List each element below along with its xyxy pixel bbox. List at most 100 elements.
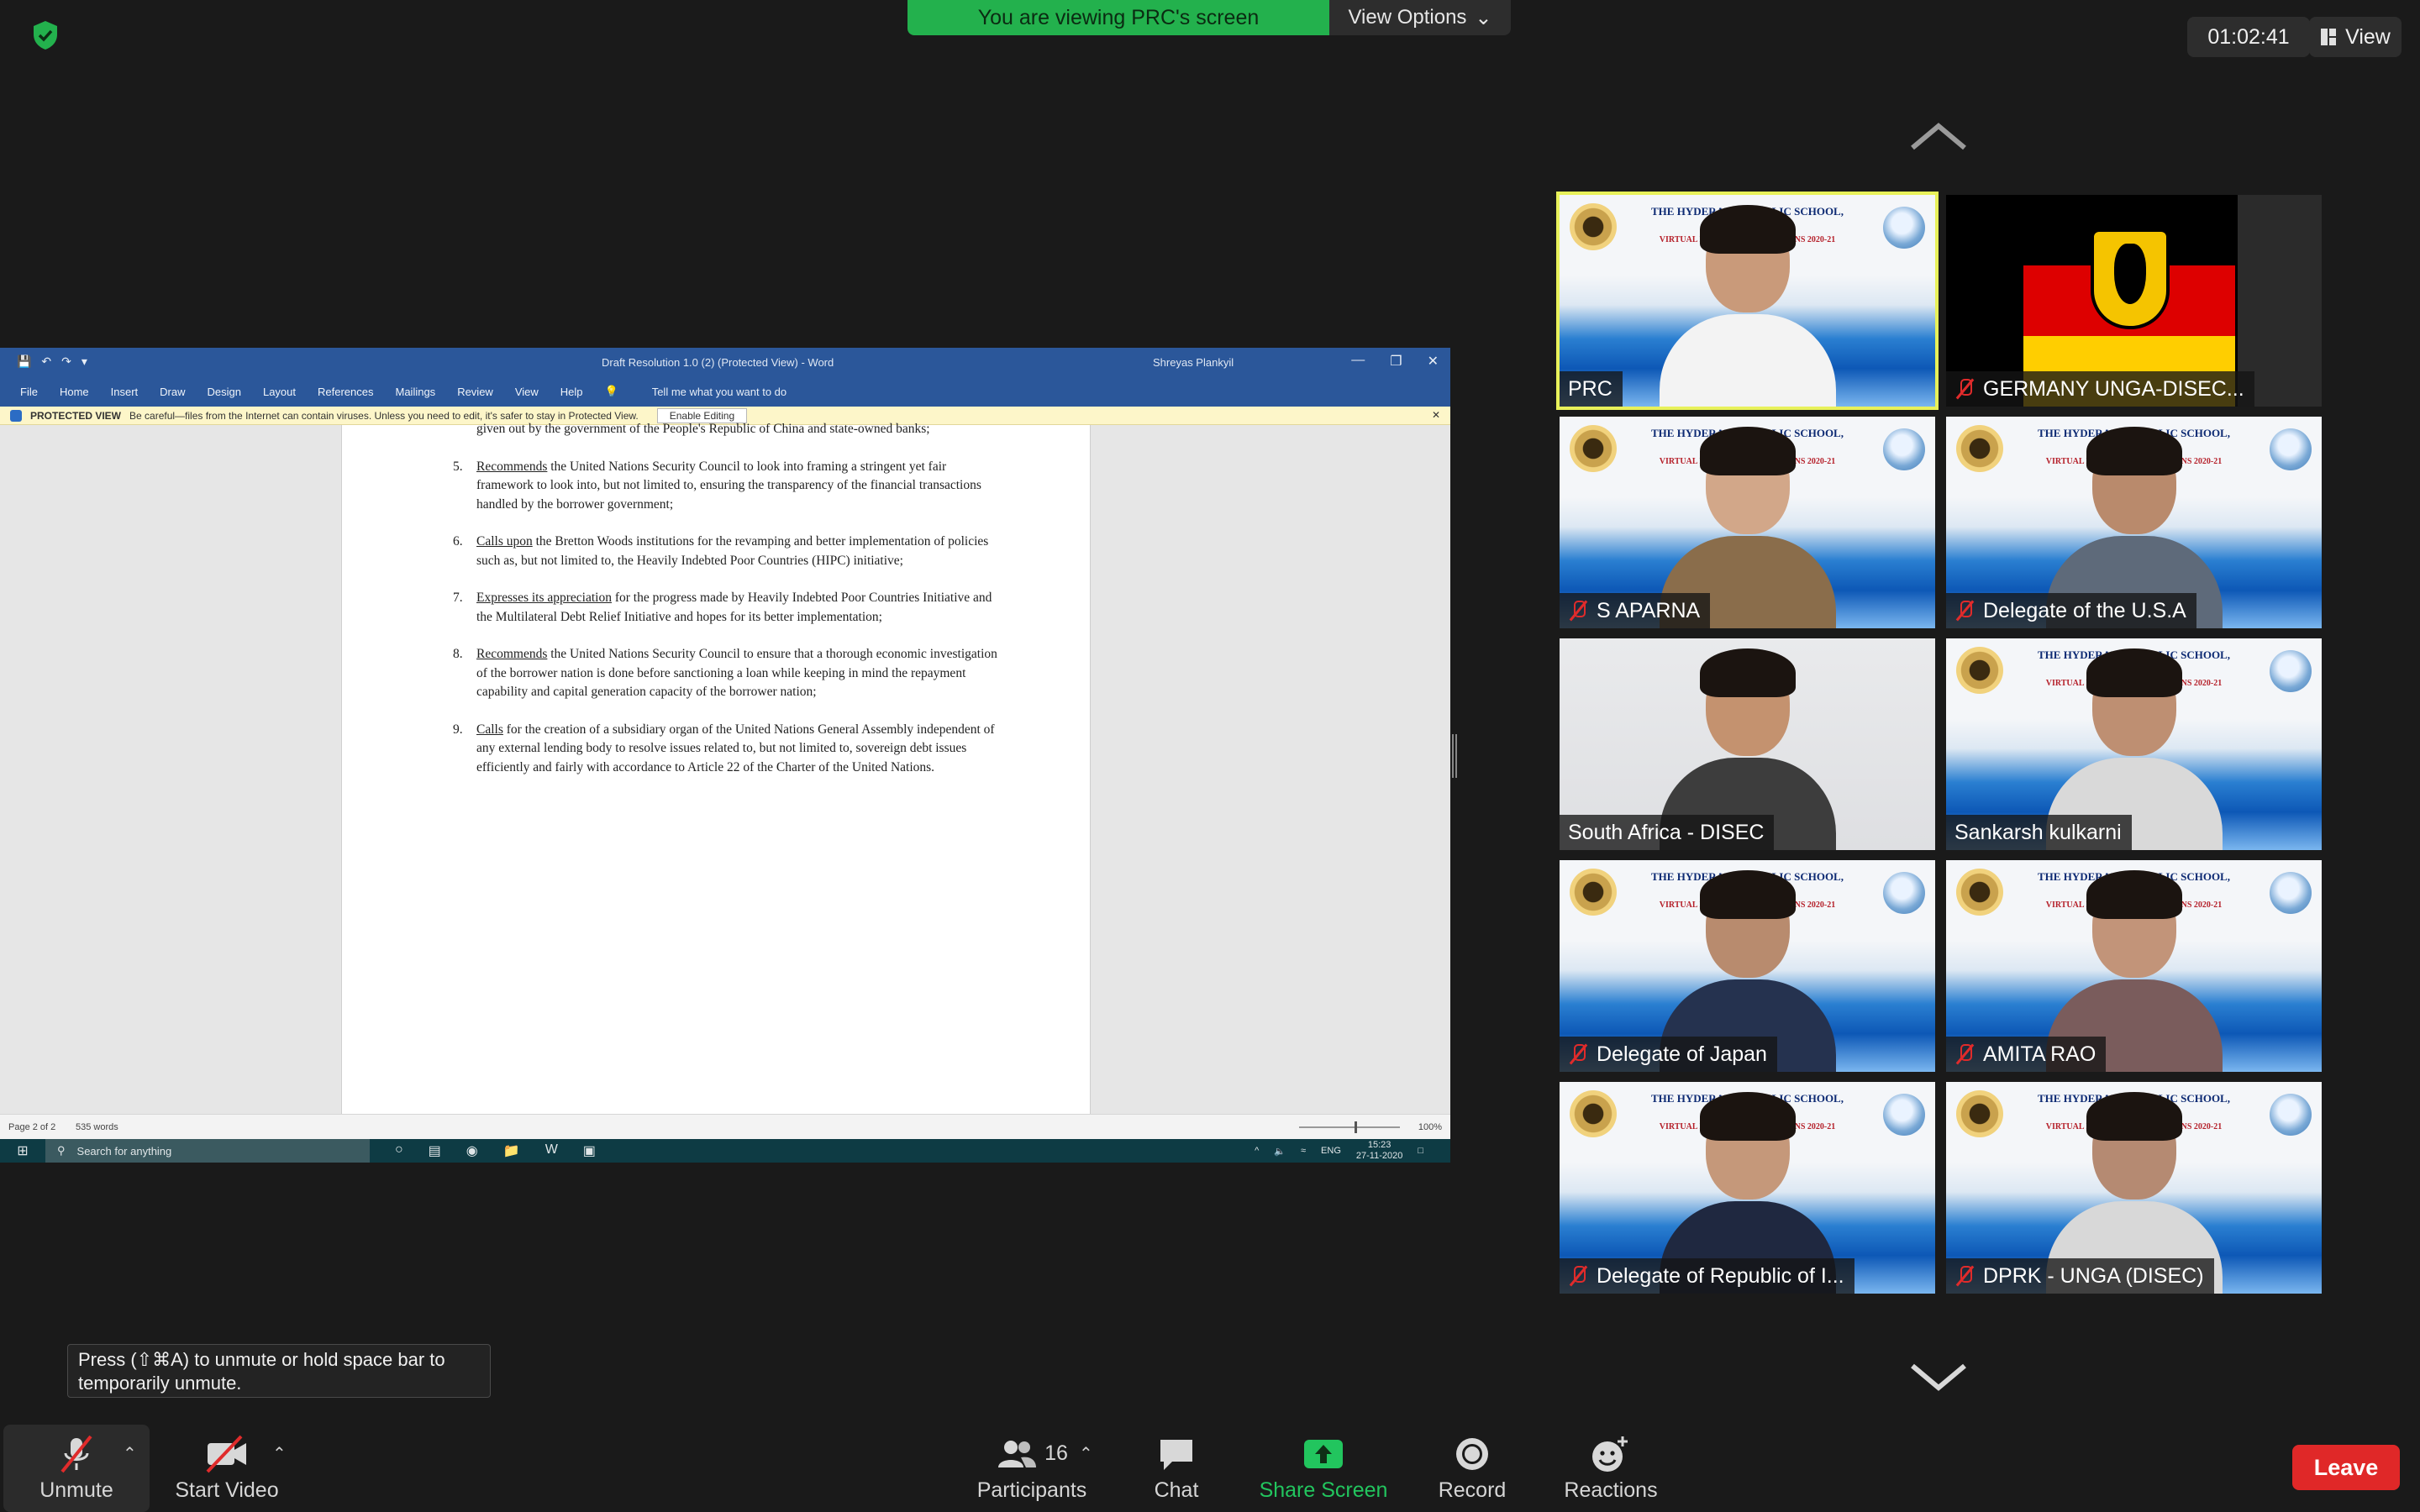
- participant-name: AMITA RAO: [1983, 1042, 2096, 1066]
- timer-text: 01:02:41: [2207, 24, 2290, 49]
- globe-icon: [2270, 428, 2312, 470]
- windows-start-icon[interactable]: ⊞: [0, 1139, 45, 1163]
- video-options-caret-icon[interactable]: ⌃: [272, 1443, 287, 1464]
- resolution-clause: 6. Calls upon the Bretton Woods instituti…: [453, 533, 1002, 570]
- zoom-app-icon[interactable]: ▣: [583, 1142, 596, 1159]
- participant-name: Sankarsh kulkarni: [1954, 820, 2122, 844]
- participants-label: Participants: [976, 1478, 1087, 1502]
- page-indicator[interactable]: Page 2 of 2: [8, 1122, 55, 1132]
- clause-text: the United Nations Security Council to l…: [476, 459, 981, 512]
- ribbon-tab-mailings[interactable]: Mailings: [396, 386, 436, 398]
- participant-name: Delegate of the U.S.A: [1983, 598, 2186, 622]
- volume-icon[interactable]: 🔈: [1274, 1146, 1286, 1157]
- taskbar-clock[interactable]: 15:23 27-11-2020: [1356, 1140, 1402, 1162]
- clause-number: 7.: [453, 591, 463, 605]
- ribbon-tab-help[interactable]: Help: [560, 386, 583, 398]
- keyboard-language[interactable]: ENG: [1321, 1146, 1341, 1156]
- view-options-button[interactable]: View Options ⌄: [1329, 0, 1511, 35]
- gallery-down-chevron-icon[interactable]: [1909, 1361, 1968, 1394]
- video-tile[interactable]: THE HYDERABAD PUBLIC SCHOOL, RAMANTHAPUR…: [1946, 860, 2322, 1072]
- ribbon-tab-references[interactable]: References: [318, 386, 373, 398]
- notification-icon[interactable]: □: [1418, 1146, 1423, 1156]
- video-tile[interactable]: THE HYDERABAD PUBLIC SCHOOL, RAMANTHAPUR…: [1560, 1082, 1935, 1294]
- video-tile[interactable]: THE HYDERABAD PUBLIC SCHOOL, RAMANTHAPUR…: [1560, 860, 1935, 1072]
- minimize-icon[interactable]: —: [1351, 353, 1365, 370]
- video-tile-flag[interactable]: GERMANY UNGA-DISEC...: [1946, 195, 2322, 407]
- tell-me-search[interactable]: Tell me what you want to do: [652, 386, 786, 398]
- ribbon-tab-home[interactable]: Home: [60, 386, 89, 398]
- shield-info-icon: [10, 409, 22, 422]
- zoom-meeting-window: You are viewing PRC's screen View Option…: [0, 0, 2420, 1512]
- unmute-button[interactable]: Unmute: [3, 1425, 150, 1512]
- ribbon-tab-design[interactable]: Design: [208, 386, 241, 398]
- task-view-icon[interactable]: ▤: [429, 1142, 441, 1159]
- close-icon[interactable]: ✕: [1428, 353, 1439, 370]
- word-status-bar: Page 2 of 2 535 words 100%: [0, 1114, 1450, 1139]
- muted-microphone-icon: [1568, 600, 1588, 622]
- audio-options-caret-icon[interactable]: ⌃: [123, 1443, 137, 1464]
- video-tile[interactable]: THE HYDERABAD PUBLIC SCHOOL, RAMANTHAPUR…: [1946, 638, 2322, 850]
- globe-icon: [1883, 872, 1925, 914]
- tray-chevron-icon[interactable]: ^: [1255, 1146, 1259, 1156]
- ribbon-tab-layout[interactable]: Layout: [263, 386, 296, 398]
- reactions-button[interactable]: Reactions: [1556, 1425, 1665, 1512]
- file-explorer-icon[interactable]: 📁: [503, 1142, 520, 1159]
- ribbon-tab-review[interactable]: Review: [457, 386, 493, 398]
- security-shield-icon[interactable]: [29, 18, 62, 52]
- ribbon-tab-file[interactable]: File: [20, 386, 38, 398]
- record-button[interactable]: Record: [1428, 1425, 1516, 1512]
- ribbon-tab-view[interactable]: View: [515, 386, 539, 398]
- zoom-slider[interactable]: [1299, 1121, 1400, 1133]
- taskbar-search[interactable]: ⚲ Search for anything: [45, 1139, 370, 1163]
- clause-text: for the creation of a subsidiary organ o…: [476, 722, 995, 774]
- school-emblem-icon: [1570, 203, 1617, 250]
- split-drag-handle[interactable]: [1452, 734, 1457, 778]
- participant-name-label: Sankarsh kulkarni: [1946, 815, 2132, 850]
- close-icon[interactable]: ✕: [1432, 409, 1440, 421]
- document-page[interactable]: given out by the government of the Peopl…: [341, 422, 1091, 1114]
- window-controls[interactable]: — ❐ ✕: [1351, 353, 1439, 370]
- taskbar-apps: ○ ▤ ◉ 📁 W ▣: [395, 1142, 596, 1159]
- wifi-icon[interactable]: ≈: [1301, 1146, 1306, 1156]
- quick-access-toolbar[interactable]: 💾↶↷▾: [17, 354, 97, 369]
- school-emblem-icon: [1570, 425, 1617, 472]
- globe-icon: [1883, 207, 1925, 249]
- view-button[interactable]: View: [2309, 17, 2402, 57]
- participant-name: GERMANY UNGA-DISEC...: [1983, 376, 2244, 401]
- microphone-muted-icon: [60, 1435, 92, 1473]
- leave-button[interactable]: Leave: [2292, 1445, 2400, 1490]
- resolution-clause: 5. Recommends the United Nations Security…: [453, 458, 1002, 515]
- participants-button[interactable]: 16 Participants: [948, 1425, 1116, 1512]
- participant-name-label: Delegate of Republic of I...: [1560, 1258, 1854, 1294]
- video-tile[interactable]: THE HYDERABAD PUBLIC SCHOOL, RAMANTHAPUR…: [1560, 417, 1935, 628]
- participant-name-label: GERMANY UNGA-DISEC...: [1946, 371, 2254, 407]
- video-tile[interactable]: THE HYDERABAD PUBLIC SCHOOL, RAMANTHAPUR…: [1946, 417, 2322, 628]
- share-screen-button[interactable]: Share Screen: [1252, 1425, 1395, 1512]
- video-tile[interactable]: THE HYDERABAD PUBLIC SCHOOL, RAMANTHAPUR…: [1946, 1082, 2322, 1294]
- zoom-level[interactable]: 100%: [1418, 1122, 1442, 1132]
- document-area[interactable]: given out by the government of the Peopl…: [0, 422, 1450, 1114]
- participant-name: PRC: [1568, 376, 1612, 401]
- search-icon: ⚲: [57, 1144, 66, 1157]
- start-video-button[interactable]: Start Video: [165, 1425, 289, 1512]
- chevron-down-icon: ⌄: [1475, 6, 1492, 29]
- chat-button[interactable]: Chat: [1143, 1425, 1210, 1512]
- leave-label: Leave: [2313, 1454, 2379, 1480]
- muted-microphone-icon: [1568, 1043, 1588, 1065]
- video-tile-active-speaker[interactable]: THE HYDERABAD PUBLIC SCHOOL, RAMANTHAPUR…: [1556, 192, 1939, 410]
- restore-icon[interactable]: ❐: [1390, 353, 1402, 370]
- muted-microphone-icon: [1954, 600, 1975, 622]
- share-banner-text: You are viewing PRC's screen: [977, 5, 1260, 29]
- word-app-icon[interactable]: W: [545, 1142, 558, 1159]
- globe-icon: [1883, 428, 1925, 470]
- participants-caret-icon[interactable]: ⌃: [1079, 1443, 1093, 1464]
- video-tile[interactable]: South Africa - DISEC: [1560, 638, 1935, 850]
- shared-screen[interactable]: 💾↶↷▾ Draft Resolution 1.0 (2) (Protected…: [0, 348, 1450, 1163]
- chrome-icon[interactable]: ◉: [466, 1142, 478, 1159]
- clause-number: 9.: [453, 722, 463, 737]
- gallery-up-chevron-icon[interactable]: [1909, 119, 1968, 153]
- ribbon-tab-insert[interactable]: Insert: [111, 386, 139, 398]
- cortana-icon[interactable]: ○: [395, 1142, 403, 1159]
- ribbon-tab-draw[interactable]: Draw: [160, 386, 185, 398]
- word-count[interactable]: 535 words: [76, 1122, 118, 1132]
